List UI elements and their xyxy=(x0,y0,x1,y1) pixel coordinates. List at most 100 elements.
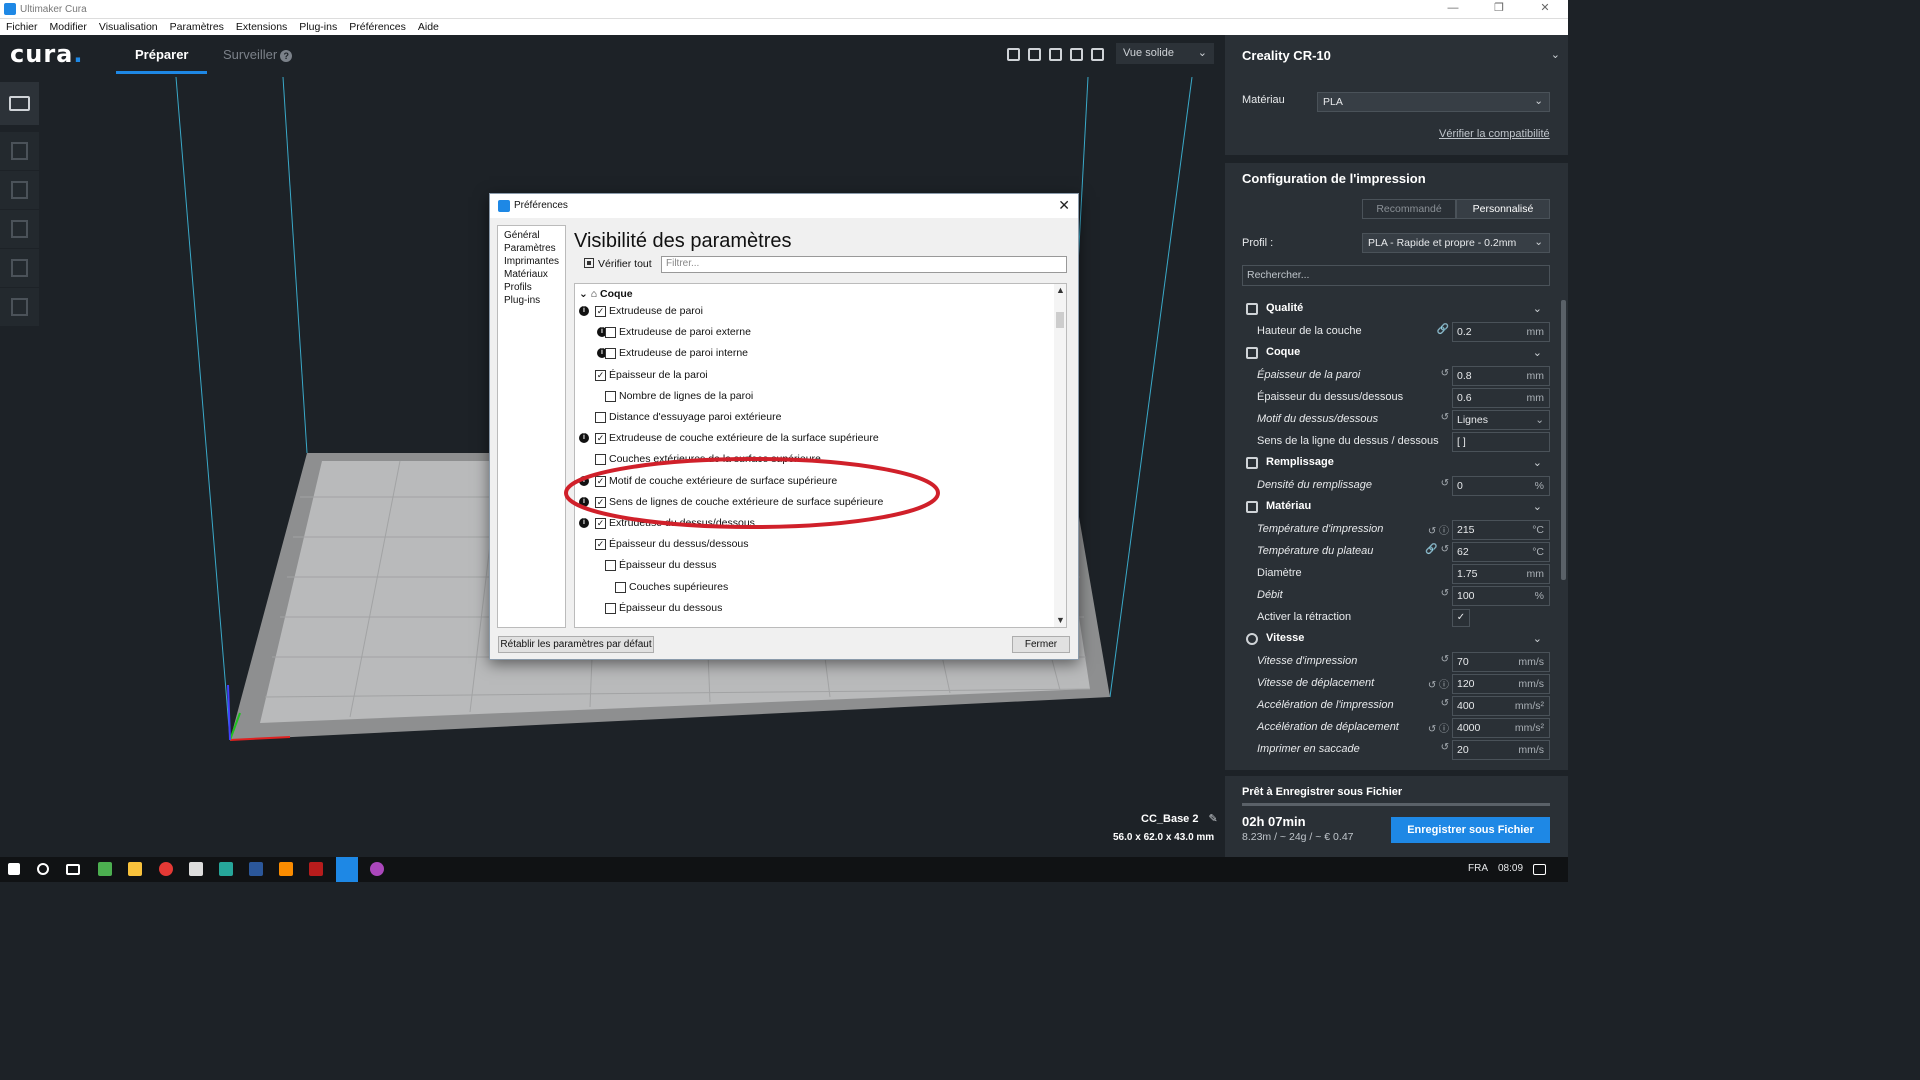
visibility-item[interactable]: i ✓ Extrudeuse de couche extérieure de la … xyxy=(579,430,1049,450)
input-language[interactable]: FRA xyxy=(1468,863,1488,874)
category-infill[interactable]: Remplissage ⌄ xyxy=(1242,454,1542,474)
visibility-checkbox[interactable]: ✓ xyxy=(595,475,606,487)
visibility-item[interactable]: i ✓ Extrudeuse de paroi xyxy=(579,303,1049,323)
reset-icon[interactable]: ↺ xyxy=(1415,654,1449,665)
nav-item-printers[interactable]: Imprimantes xyxy=(504,255,559,268)
profile-select[interactable]: PLA - Rapide et propre - 0.2mm ⌄ xyxy=(1362,233,1550,253)
visibility-checkbox[interactable] xyxy=(595,412,606,423)
layer-height-input[interactable]: 0.2 mm xyxy=(1452,322,1550,342)
filter-input[interactable]: Filtrer... xyxy=(661,256,1067,273)
reset-info-icons[interactable]: ↺ ⓘ xyxy=(1415,720,1449,735)
top-bottom-pattern-select[interactable]: Lignes ⌄ xyxy=(1452,410,1550,430)
reset-info-icons[interactable]: ↺ ⓘ xyxy=(1415,676,1449,691)
check-all-checkbox[interactable]: Vérifier tout xyxy=(584,258,652,270)
info-icon[interactable]: i xyxy=(579,475,589,486)
nav-item-plugins[interactable]: Plug-ins xyxy=(504,294,559,307)
reset-icon[interactable]: ↺ xyxy=(1415,698,1449,709)
visibility-checkbox[interactable]: ✓ xyxy=(595,369,606,381)
view-left-icon[interactable] xyxy=(1070,48,1083,61)
view-mode-select[interactable]: Vue solide ⌄ xyxy=(1116,43,1214,64)
print-speed-input[interactable]: 70 mm/s xyxy=(1452,652,1550,672)
visibility-item[interactable]: i ✓ Extrudeuse du dessus/dessous xyxy=(579,515,1049,535)
link-reset-icons[interactable]: 🔗 ↺ xyxy=(1415,544,1449,555)
visibility-item[interactable]: Couches extérieures de la surface supéri… xyxy=(579,451,1049,471)
nav-item-general[interactable]: Général xyxy=(504,229,559,242)
move-tool-button[interactable] xyxy=(0,132,39,170)
category-speed[interactable]: Vitesse ⌄ xyxy=(1242,630,1542,650)
visibility-checkbox[interactable]: ✓ xyxy=(595,306,606,317)
scroll-up-icon[interactable]: ▲ xyxy=(1056,285,1065,295)
infill-density-input[interactable]: 0% xyxy=(1452,476,1550,496)
reset-defaults-button[interactable]: Rétablir les paramètres par défaut xyxy=(498,636,654,653)
visibility-item[interactable]: i ✓ Sens de lignes de couche extérieure de… xyxy=(579,494,1049,514)
visibility-checkbox[interactable] xyxy=(595,454,606,466)
visibility-checkbox[interactable] xyxy=(605,560,616,572)
open-file-button[interactable] xyxy=(0,82,39,125)
visibility-checkbox[interactable]: ✓ xyxy=(595,539,606,551)
info-icon[interactable]: i xyxy=(579,518,589,528)
search-icon[interactable] xyxy=(37,863,49,875)
app-icon[interactable] xyxy=(98,862,112,876)
category-quality[interactable]: Qualité ⌄ xyxy=(1242,300,1542,320)
reset-info-icons[interactable]: ↺ ⓘ xyxy=(1415,522,1449,537)
visibility-item[interactable]: i Extrudeuse de paroi externe xyxy=(579,324,1049,344)
info-icon[interactable]: i xyxy=(579,306,589,316)
reset-icon[interactable]: ↺ xyxy=(1415,368,1449,379)
visibility-item[interactable]: i ✓ Motif de couche extérieure de surface … xyxy=(579,473,1049,493)
visibility-checkbox[interactable] xyxy=(605,327,616,339)
view-front-icon[interactable] xyxy=(1028,48,1041,61)
save-to-file-button[interactable]: Enregistrer sous Fichier xyxy=(1391,817,1550,843)
visibility-item[interactable]: Couches supérieures xyxy=(579,579,1049,599)
mode-recommended-button[interactable]: Recommandé xyxy=(1362,199,1456,219)
jerk-input[interactable]: 20 mm/s xyxy=(1452,740,1550,760)
per-model-settings-button[interactable] xyxy=(0,288,39,326)
chevron-down-icon[interactable]: ⌄ xyxy=(1551,48,1560,61)
scale-tool-button[interactable] xyxy=(0,171,39,209)
rotate-tool-button[interactable] xyxy=(0,210,39,248)
view-right-icon[interactable] xyxy=(1091,48,1104,61)
maximize-button[interactable]: ❐ xyxy=(1476,0,1522,19)
list-scrollbar[interactable]: ▲ ▼ xyxy=(1054,284,1066,627)
help-icon[interactable]: ? xyxy=(280,50,293,62)
top-bottom-direction-input[interactable]: [ ] xyxy=(1452,432,1550,452)
clock[interactable]: 08:09 xyxy=(1498,863,1523,874)
visibility-checkbox[interactable] xyxy=(615,581,626,593)
category-shell[interactable]: Coque ⌄ xyxy=(1242,344,1542,364)
print-accel-input[interactable]: 400 mm/s² xyxy=(1452,696,1550,716)
visibility-checkbox[interactable]: ✓ xyxy=(595,518,606,529)
reset-icon[interactable]: ↺ xyxy=(1415,412,1449,423)
travel-speed-input[interactable]: 120 mm/s xyxy=(1452,674,1550,694)
sidebar-scrollbar[interactable] xyxy=(1561,300,1566,580)
retraction-checkbox[interactable]: ✓ xyxy=(1452,609,1470,627)
bed-temp-input[interactable]: 62 °C xyxy=(1452,542,1550,562)
tab-monitor[interactable]: Surveiller? xyxy=(223,47,293,62)
diameter-input[interactable]: 1.75 mm xyxy=(1452,564,1550,584)
section-header-shell[interactable]: ⌄ ⌂ Coque xyxy=(579,288,633,300)
visibility-checkbox[interactable]: ✓ xyxy=(595,496,606,508)
close-dialog-button[interactable]: Fermer xyxy=(1012,636,1070,653)
printer-name[interactable]: Creality CR-10 xyxy=(1242,48,1331,63)
menu-plugins[interactable]: Plug-ins xyxy=(299,21,337,33)
reset-icon[interactable]: ↺ xyxy=(1415,478,1449,489)
mode-custom-button[interactable]: Personnalisé xyxy=(1456,199,1550,219)
menu-edit[interactable]: Modifier xyxy=(50,21,87,33)
menu-view[interactable]: Visualisation xyxy=(99,21,158,33)
menu-file[interactable]: Fichier xyxy=(6,21,38,33)
pencil-icon[interactable]: ✎ xyxy=(1208,813,1217,825)
close-window-button[interactable]: ✕ xyxy=(1522,0,1568,19)
material-select[interactable]: PLA ⌄ xyxy=(1317,92,1550,112)
view-3d-icon[interactable] xyxy=(1007,48,1020,61)
nav-item-settings[interactable]: Paramètres xyxy=(504,242,559,255)
flow-input[interactable]: 100% xyxy=(1452,586,1550,606)
app-icon[interactable] xyxy=(309,862,323,876)
settings-search-input[interactable]: Rechercher... xyxy=(1242,265,1550,286)
info-icon[interactable]: i xyxy=(579,496,589,507)
view-top-icon[interactable] xyxy=(1049,48,1062,61)
file-explorer-icon[interactable] xyxy=(128,862,142,876)
nav-item-materials[interactable]: Matériaux xyxy=(504,268,559,281)
task-view-icon[interactable] xyxy=(66,864,80,875)
tab-prepare[interactable]: Préparer xyxy=(135,47,188,62)
cura-taskbar-icon[interactable] xyxy=(336,857,358,882)
scroll-thumb[interactable] xyxy=(1056,312,1064,328)
reset-icon[interactable]: ↺ xyxy=(1415,742,1449,753)
